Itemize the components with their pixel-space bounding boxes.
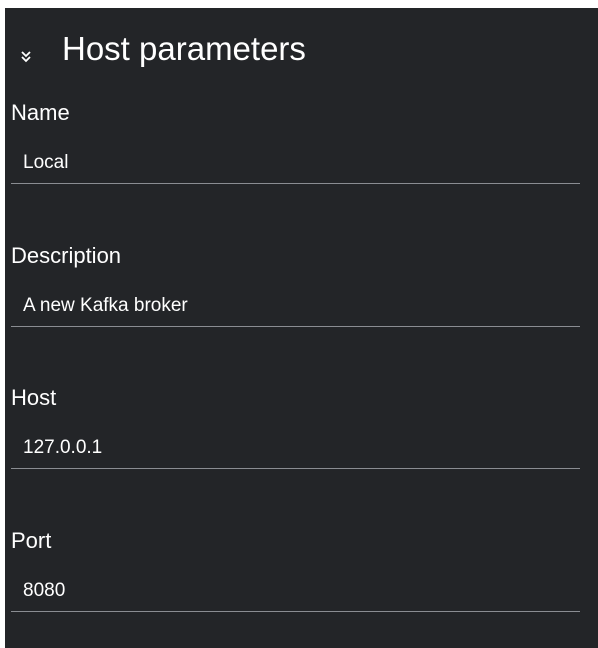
- host-label: Host: [11, 385, 57, 410]
- port-input[interactable]: [11, 570, 580, 612]
- description-input[interactable]: [11, 285, 580, 327]
- host-input[interactable]: [11, 427, 580, 469]
- description-label: Description: [11, 243, 122, 268]
- section-title: Host parameters: [62, 30, 306, 67]
- double-chevron-down-icon[interactable]: [19, 50, 33, 64]
- port-label: Port: [11, 528, 52, 553]
- name-input[interactable]: [11, 142, 580, 184]
- host-parameters-panel: Host parameters Name Description Host Po…: [5, 8, 598, 648]
- name-label: Name: [11, 100, 70, 125]
